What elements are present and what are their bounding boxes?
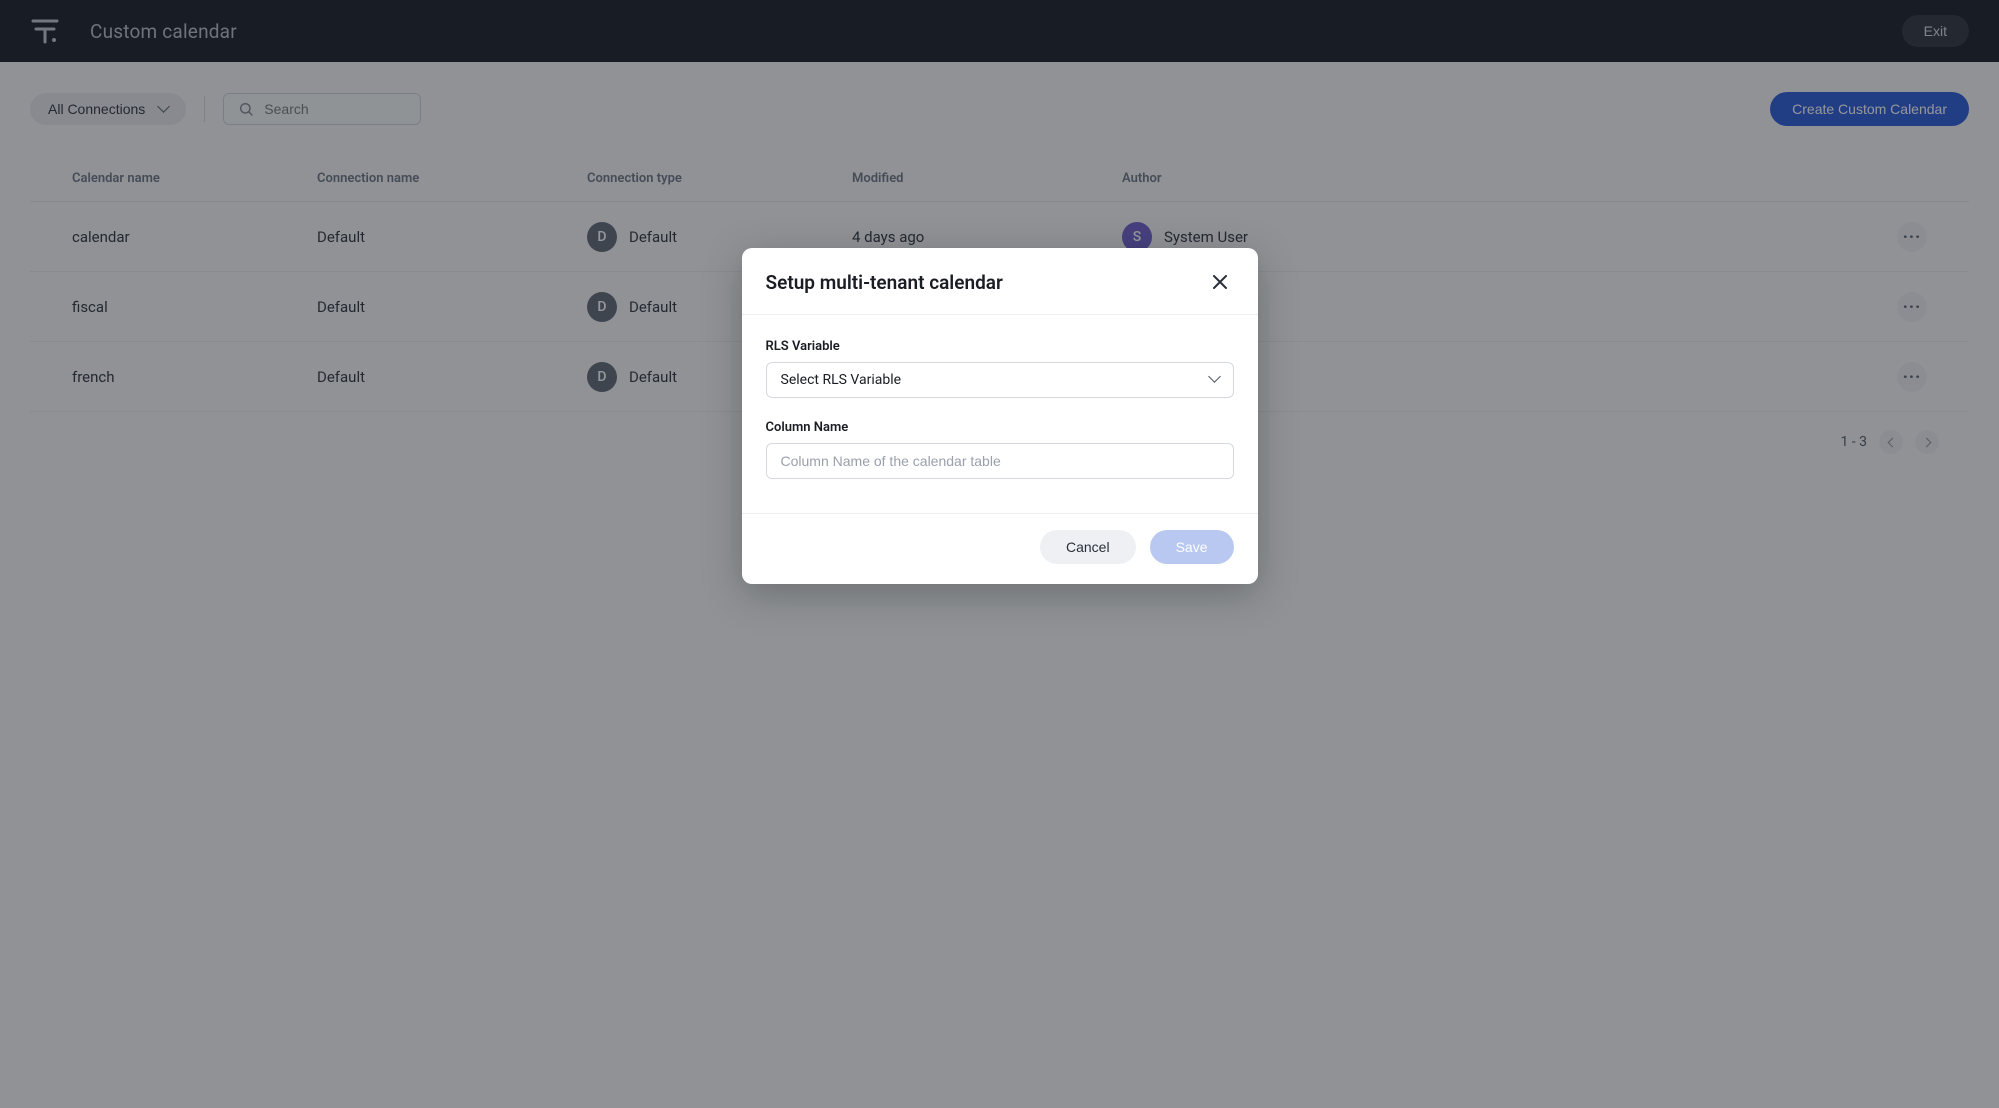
rls-variable-label: RLS Variable xyxy=(766,339,1234,354)
save-button[interactable]: Save xyxy=(1150,530,1234,564)
column-name-input-wrap[interactable] xyxy=(766,443,1234,479)
rls-variable-placeholder: Select RLS Variable xyxy=(781,372,902,388)
column-name-field: Column Name xyxy=(766,420,1234,479)
close-icon xyxy=(1213,275,1227,289)
modal-body: RLS Variable Select RLS Variable Column … xyxy=(742,315,1258,513)
modal-header: Setup multi-tenant calendar xyxy=(742,248,1258,315)
column-name-input[interactable] xyxy=(781,453,1219,469)
column-name-label: Column Name xyxy=(766,420,1234,435)
modal-overlay: Setup multi-tenant calendar RLS Variable… xyxy=(0,0,1999,1108)
setup-multi-tenant-modal: Setup multi-tenant calendar RLS Variable… xyxy=(742,248,1258,584)
rls-variable-select[interactable]: Select RLS Variable xyxy=(766,362,1234,398)
chevron-down-icon xyxy=(1210,372,1219,388)
rls-variable-field: RLS Variable Select RLS Variable xyxy=(766,339,1234,398)
modal-footer: Cancel Save xyxy=(742,513,1258,584)
modal-close-button[interactable] xyxy=(1206,268,1234,296)
cancel-button[interactable]: Cancel xyxy=(1040,530,1136,564)
modal-title: Setup multi-tenant calendar xyxy=(766,271,1003,294)
